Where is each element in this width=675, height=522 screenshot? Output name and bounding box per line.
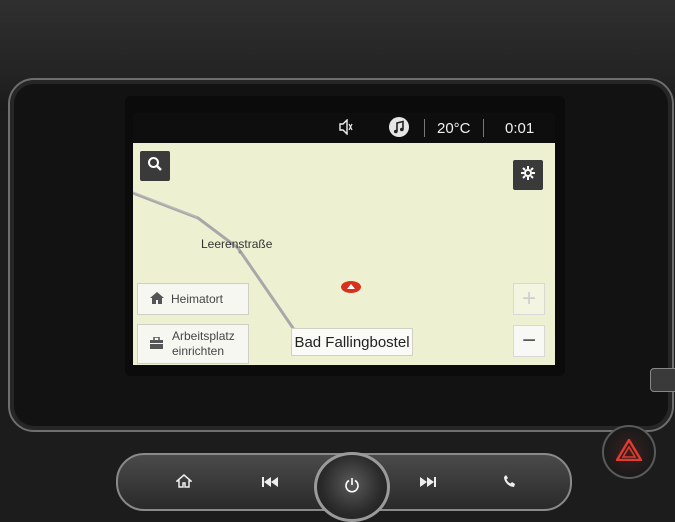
home-icon [174, 473, 194, 491]
zoom-in-button[interactable]: + [513, 283, 545, 315]
settings-button[interactable] [513, 160, 543, 190]
side-button[interactable] [650, 368, 675, 392]
phone-icon [503, 474, 517, 491]
zoom-out-button[interactable]: − [513, 325, 545, 357]
route-line [133, 191, 303, 344]
status-bar: 20°C 0:01 [133, 113, 555, 143]
next-track-icon [419, 474, 437, 490]
navigation-map[interactable]: Leerenstraße Heimatort Arbeitsplatz einr… [133, 143, 555, 365]
search-button[interactable] [140, 151, 170, 181]
set-up-workplace-button[interactable]: Arbeitsplatz einrichten [137, 324, 249, 364]
home-button[interactable] [164, 467, 204, 497]
home-destination-button[interactable]: Heimatort [137, 283, 249, 315]
previous-track-icon [261, 474, 279, 490]
vehicle-position-icon [340, 280, 362, 299]
briefcase-icon [150, 335, 163, 352]
music-note-icon[interactable] [388, 116, 410, 142]
search-icon [147, 156, 163, 177]
separator [424, 119, 425, 137]
previous-track-button[interactable] [250, 467, 290, 497]
home-destination-label: Heimatort [171, 292, 224, 306]
hazard-button[interactable] [602, 425, 656, 479]
hazard-icon [614, 437, 644, 466]
home-icon [150, 291, 164, 307]
phone-button[interactable] [490, 467, 530, 497]
separator [483, 119, 484, 137]
clock: 0:01 [505, 120, 535, 137]
current-city-label: Bad Fallingbostel [291, 328, 413, 356]
workplace-label-line2: einrichten [172, 344, 225, 358]
street-label: Leerenstraße [201, 237, 273, 251]
gear-icon [520, 165, 536, 186]
next-track-button[interactable] [408, 467, 448, 497]
power-icon [344, 477, 360, 498]
speaker-muted-icon[interactable] [339, 118, 353, 139]
temperature: 20°C [437, 120, 471, 137]
workplace-label-line1: Arbeitsplatz [172, 329, 235, 343]
